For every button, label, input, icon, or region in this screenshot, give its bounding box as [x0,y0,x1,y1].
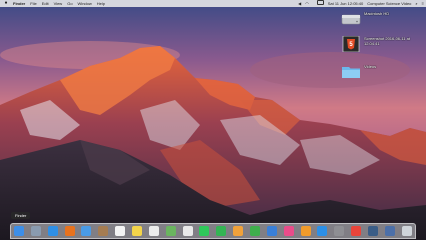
dock-app-messages[interactable] [199,226,210,236]
dock-app-photos[interactable] [182,226,193,236]
hard-drive-icon [341,14,361,25]
dock [10,223,416,239]
dock-app-keynote[interactable] [266,226,277,236]
dock-app-system-preferences[interactable] [334,226,345,236]
dock-app-calendar[interactable] [115,226,126,236]
screenshot-thumbnail-icon: 5 [342,36,360,52]
apple-logo-icon[interactable]: ● [4,0,8,7]
menu-user[interactable]: Computer Science Video [367,0,411,7]
desktop-item-videos-folder[interactable]: Videos [341,64,424,80]
menu-go[interactable]: Go [67,0,72,7]
desktop-item-macintosh-hd[interactable]: Macintosh HD [341,11,424,27]
desktop-item-label: Screenshot 2016-06-11 at 12.04.41 [364,36,410,46]
dock-app-trash[interactable] [401,226,412,236]
desktop-item-screenshot[interactable]: 5 Screenshot 2016-06-11 at 12.04.41 [341,36,424,52]
desktop-item-label: Macintosh HD [364,11,390,16]
dock-app-ibooks[interactable] [300,226,311,236]
dock-app-pages[interactable] [233,226,244,236]
menu-finder[interactable]: Finder [13,0,25,7]
menu-bar: ● Finder File Edit View Go Window Help ◀… [0,0,426,7]
dock-app-maps[interactable] [165,226,176,236]
menu-help[interactable]: Help [97,0,105,7]
dock-app-safari[interactable] [47,226,58,236]
search-icon[interactable]: ⌕ [415,0,417,7]
dock-app-itunes[interactable] [283,226,294,236]
dock-app-downloads[interactable] [384,226,395,236]
dock-app-chrome[interactable] [351,226,362,236]
dock-app-reminders[interactable] [148,226,159,236]
dock-app-notes[interactable] [132,226,143,236]
dock-app-contacts[interactable] [98,226,109,236]
dock-app-numbers[interactable] [250,226,261,236]
wifi-icon[interactable]: ◠ [305,0,309,7]
dock-app-quicktime[interactable] [368,226,379,236]
dock-app-facetime[interactable] [216,226,227,236]
menu-clock[interactable]: Sat 11 Jun 12:05:40 [328,0,364,7]
battery-icon[interactable] [313,0,324,7]
desktop-item-label: Videos [364,64,377,69]
notification-center-icon[interactable]: ≡ [422,0,424,7]
dock-app-app-store[interactable] [317,226,328,236]
dock-app-finder[interactable] [14,226,24,236]
menu-window[interactable]: Window [78,0,92,7]
dock-app-mail[interactable] [81,226,92,236]
menu-edit[interactable]: Edit [42,0,49,7]
dock-tooltip: Finder [11,212,31,219]
dock-app-launchpad[interactable] [30,226,41,236]
folder-icon [342,67,360,78]
dock-app-firefox[interactable] [64,226,75,236]
menu-file[interactable]: File [30,0,36,7]
menu-extras: ◀ ◠ Sat 11 Jun 12:05:40 Computer Science… [294,0,424,7]
volume-icon[interactable]: ◀ [298,0,301,7]
menu-view[interactable]: View [54,0,63,7]
